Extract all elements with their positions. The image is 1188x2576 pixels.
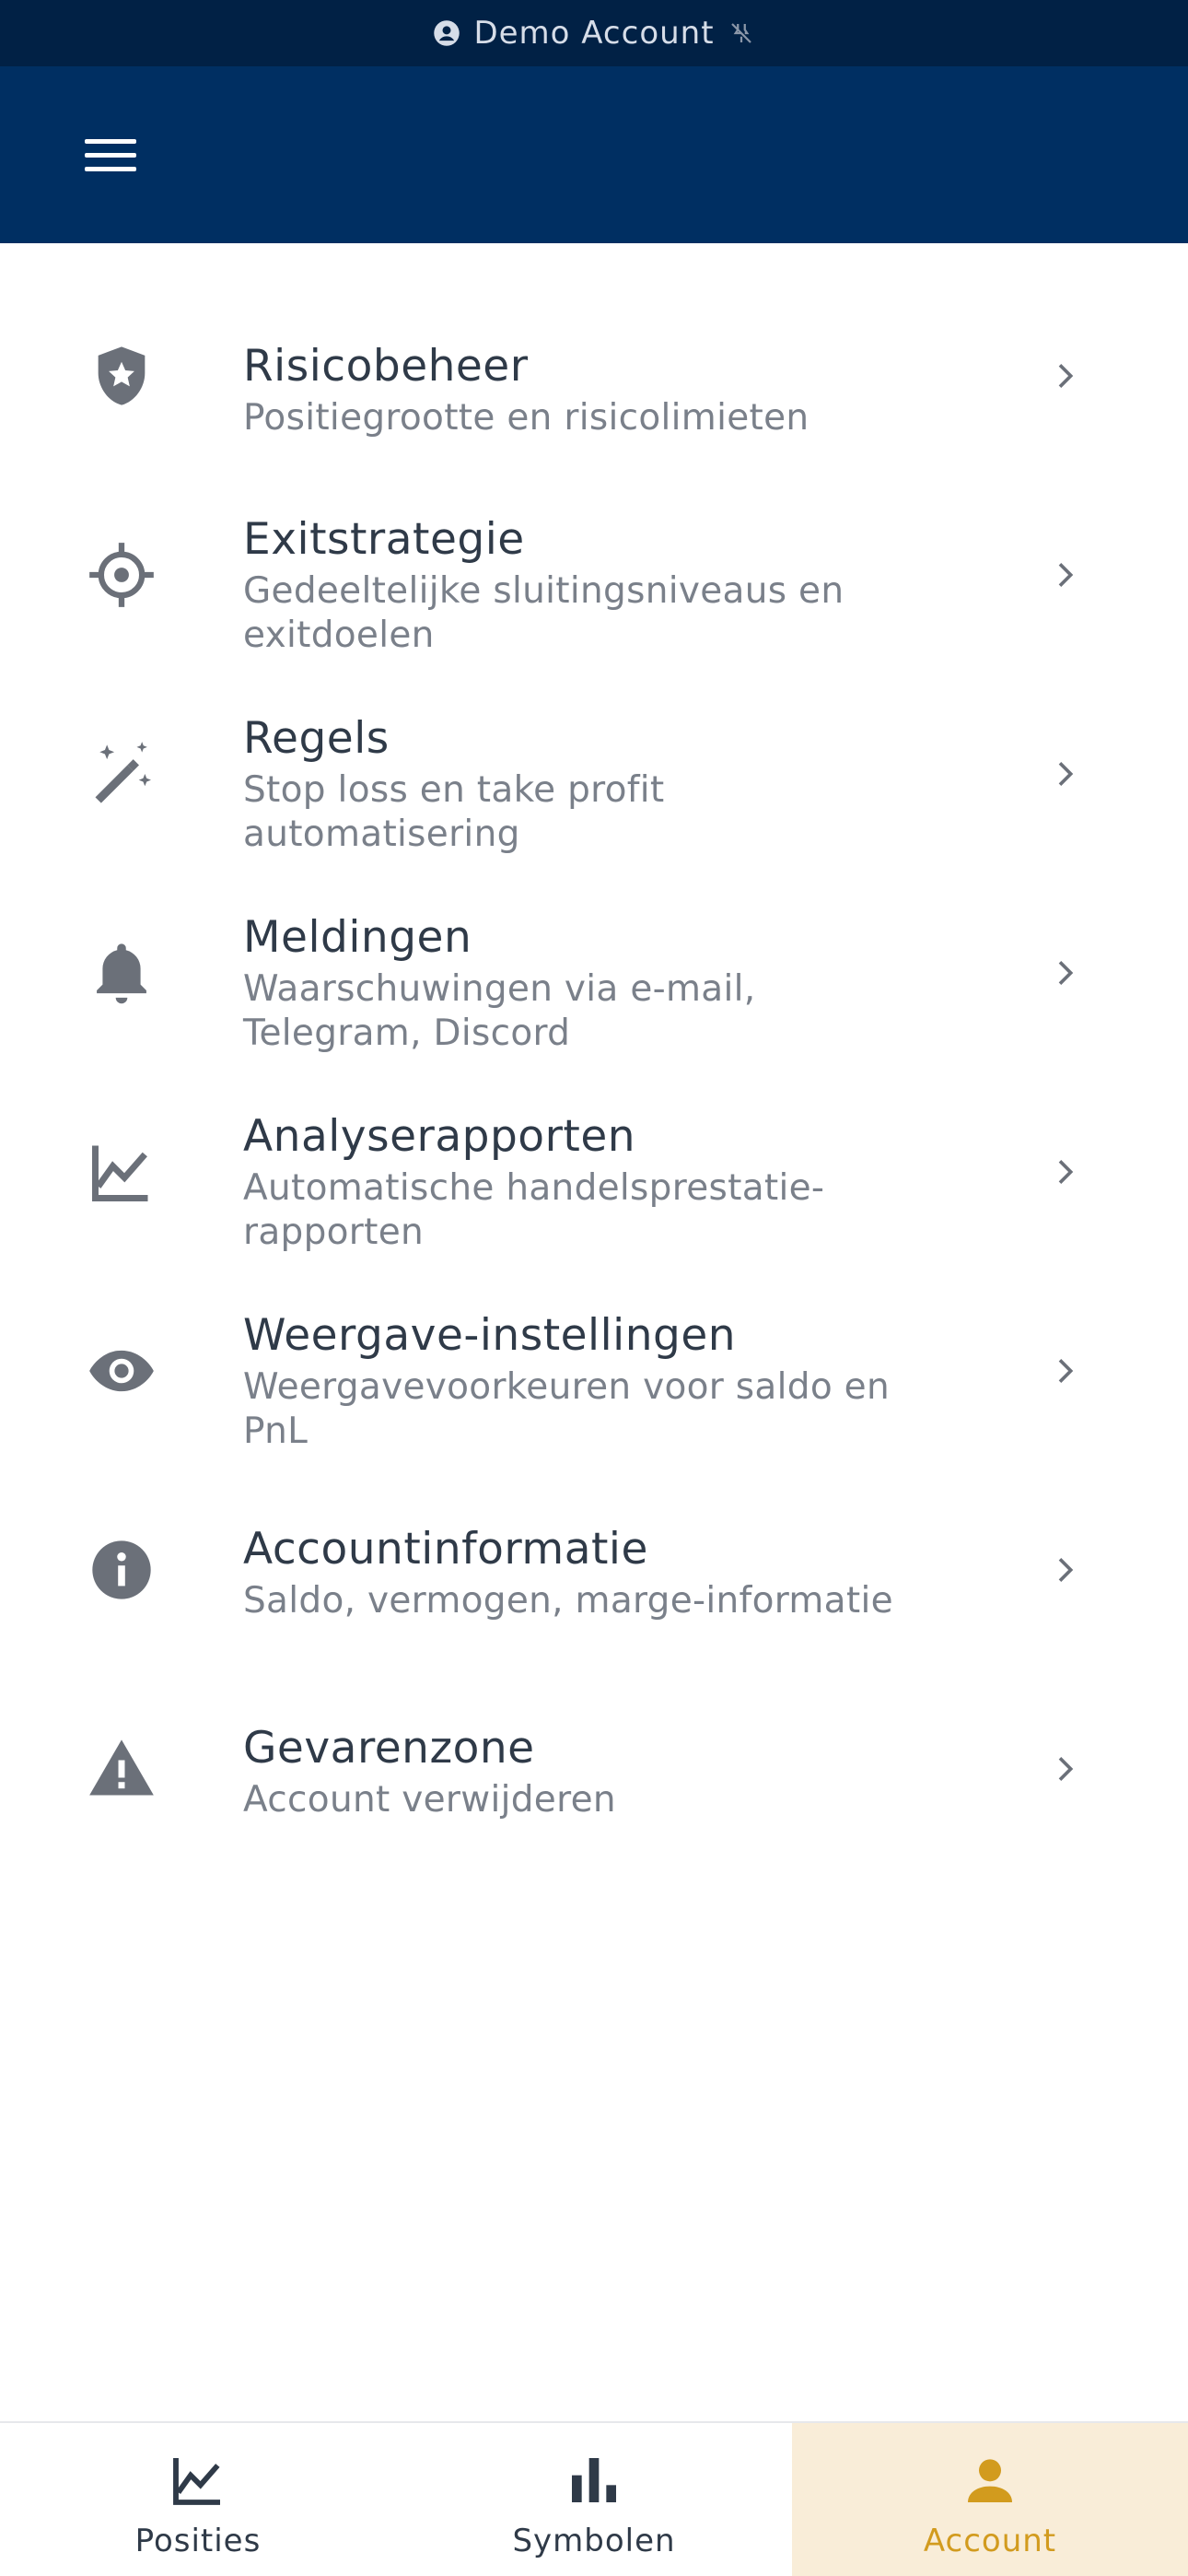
line-chart-icon [173, 2458, 220, 2505]
settings-item-risicobeheer[interactable]: Risicobeheer Positiegrootte en risicolim… [0, 276, 1188, 475]
settings-item-subtitle: Weergavevoorkeuren voor saldo en PnL [243, 1366, 890, 1452]
settings-item-subtitle: Automatische handelsprestatie-rapporten [243, 1167, 825, 1253]
settings-item-meldingen[interactable]: Meldingen Waarschuwingen via e-mail, Tel… [0, 873, 1188, 1072]
nav-tab-posities[interactable]: Posities [0, 2423, 396, 2576]
bottom-navigation: Posities Symbolen Account [0, 2421, 1188, 2576]
chevron-right-icon [1046, 1352, 1083, 1389]
settings-item-subtitle: Stop loss en take profit automatisering [243, 769, 665, 855]
chevron-right-icon [1046, 1551, 1083, 1588]
person-icon [968, 2459, 1012, 2502]
settings-item-analyserapporten[interactable]: Analyserapporten Automatische handelspre… [0, 1072, 1188, 1271]
bar-chart-icon [572, 2458, 616, 2502]
settings-item-title: Exitstrategie [243, 514, 525, 565]
settings-item-exitstrategie[interactable]: Exitstrategie Gedeeltelijke sluitingsniv… [0, 475, 1188, 674]
settings-item-title: Risicobeheer [243, 341, 529, 392]
app-header [0, 66, 1188, 243]
settings-item-subtitle: Waarschuwingen via e-mail, Telegram, Dis… [243, 968, 756, 1054]
magic-wand-icon [87, 739, 157, 809]
settings-item-subtitle: Account verwijderen [243, 1779, 616, 1821]
chevron-right-icon [1046, 556, 1083, 593]
settings-item-title: Meldingen [243, 912, 472, 963]
settings-item-regels[interactable]: Regels Stop loss en take profit automati… [0, 674, 1188, 873]
settings-item-title: Regels [243, 713, 390, 764]
settings-item-subtitle: Saldo, vermogen, marge-informatie [243, 1580, 893, 1622]
chevron-right-icon [1046, 1153, 1083, 1190]
shield-star-icon [87, 341, 157, 411]
nav-tab-account[interactable]: Account [792, 2423, 1188, 2576]
settings-item-subtitle: Positiegrootte en risicolimieten [243, 397, 809, 439]
link-off-icon [730, 23, 751, 43]
settings-item-title: Weergave-instellingen [243, 1310, 737, 1361]
info-icon [87, 1535, 157, 1605]
settings-list: Risicobeheer Positiegrootte en risicolim… [0, 276, 1188, 1868]
nav-tab-symbolen[interactable]: Symbolen [396, 2423, 792, 2576]
chevron-right-icon [1046, 1751, 1083, 1787]
settings-item-subtitle: Gedeeltelijke sluitingsniveaus en exitdo… [243, 570, 844, 656]
settings-item-gevarenzone[interactable]: Gevarenzone Account verwijderen [0, 1669, 1188, 1868]
settings-item-title: Gevarenzone [243, 1723, 535, 1774]
chevron-right-icon [1046, 755, 1083, 792]
settings-item-title: Accountinformatie [243, 1524, 648, 1575]
crosshair-icon [87, 540, 157, 610]
demo-account-banner: Demo Account [0, 0, 1188, 66]
bell-icon [87, 938, 157, 1008]
demo-account-label: Demo Account [473, 15, 715, 52]
account-circle-icon [434, 20, 460, 46]
chevron-right-icon [1046, 357, 1083, 394]
settings-item-weergave-instellingen[interactable]: Weergave-instellingen Weergavevoorkeuren… [0, 1271, 1188, 1470]
nav-label: Account [923, 2523, 1057, 2559]
nav-label: Posities [134, 2523, 262, 2559]
nav-label: Symbolen [512, 2523, 676, 2559]
eye-icon [87, 1336, 157, 1406]
hamburger-menu-icon[interactable] [74, 118, 147, 192]
chevron-right-icon [1046, 954, 1083, 991]
account-settings-screen: Demo Account Risicobeheer Positiegrootte… [0, 0, 1188, 2576]
settings-item-title: Analyserapporten [243, 1111, 636, 1162]
settings-item-accountinformatie[interactable]: Accountinformatie Saldo, vermogen, marge… [0, 1470, 1188, 1669]
line-chart-icon [87, 1137, 157, 1207]
warning-icon [87, 1734, 157, 1804]
